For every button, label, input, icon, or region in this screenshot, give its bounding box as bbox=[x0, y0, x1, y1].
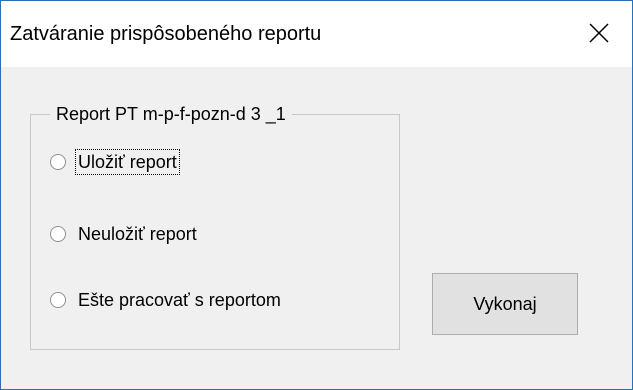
option-label: Ešte pracovať s reportom bbox=[78, 290, 281, 310]
title-bar: Zatváranie prispôsobeného reportu bbox=[1, 1, 632, 67]
group-legend: Report PT m-p-f-pozn-d 3 _1 bbox=[50, 102, 292, 126]
option-save-report[interactable]: Uložiť report bbox=[50, 147, 180, 177]
close-button[interactable] bbox=[566, 1, 632, 67]
dialog-window: Zatváranie prispôsobeného reportu Report… bbox=[0, 0, 633, 390]
dialog-title: Zatváranie prispôsobeného reportu bbox=[10, 23, 322, 45]
option-discard-report[interactable]: Neuložiť report bbox=[50, 219, 200, 249]
option-keep-working[interactable]: Ešte pracovať s reportom bbox=[50, 285, 284, 315]
execute-button[interactable]: Vykonaj bbox=[432, 273, 578, 335]
radio-button[interactable] bbox=[50, 292, 66, 308]
radio-button[interactable] bbox=[50, 154, 66, 170]
close-icon bbox=[589, 23, 609, 43]
report-options-group: Report PT m-p-f-pozn-d 3 _1 Uložiť repor… bbox=[30, 102, 400, 350]
option-label: Neuložiť report bbox=[78, 224, 197, 244]
option-label: Uložiť report bbox=[75, 149, 180, 175]
radio-button[interactable] bbox=[50, 226, 66, 242]
